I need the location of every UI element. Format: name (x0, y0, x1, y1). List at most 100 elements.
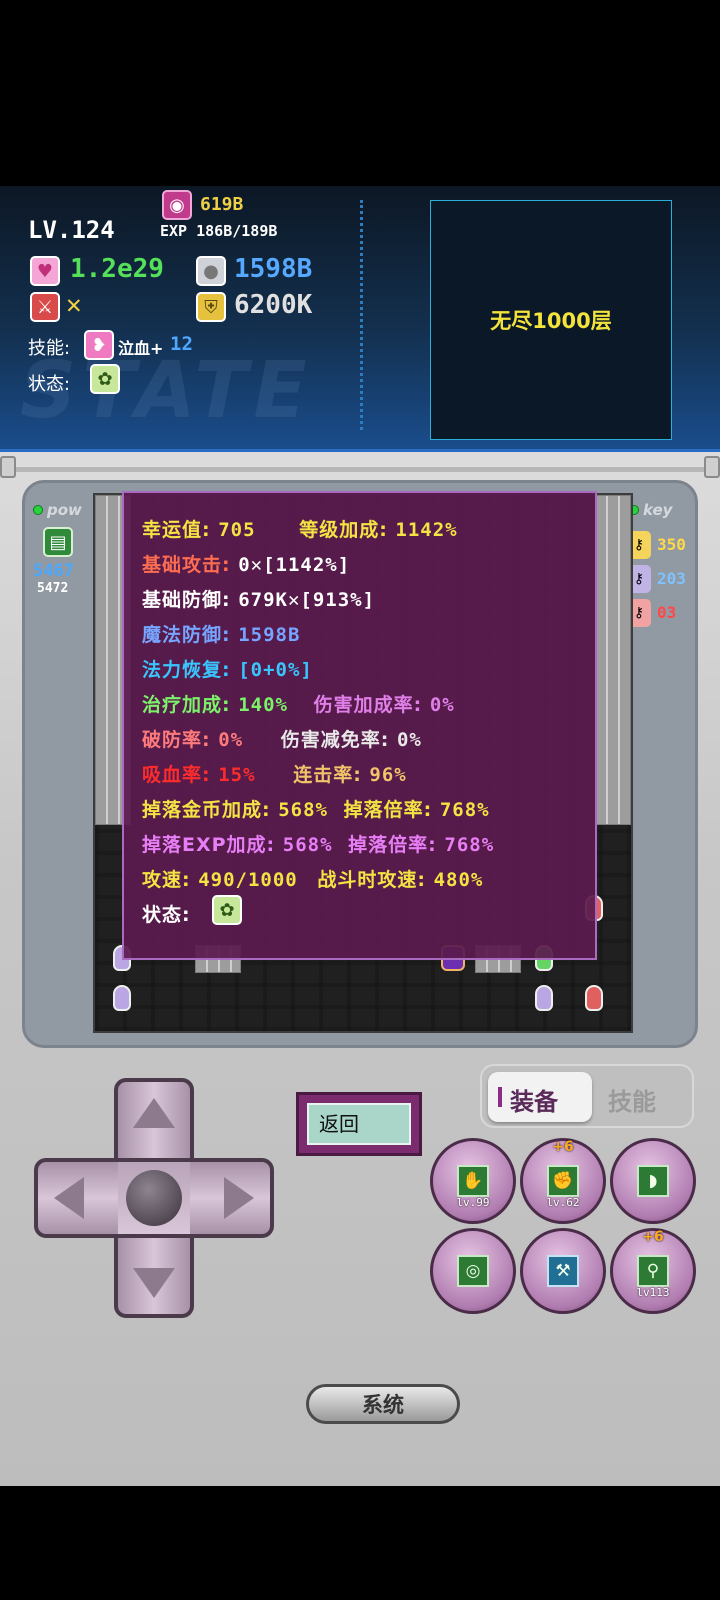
slot-plus: +6 (642, 1229, 664, 1245)
stat-value: 140% (238, 694, 288, 716)
stat-value: 480% (433, 869, 484, 891)
equip-slot-ring[interactable]: ◎ (430, 1228, 516, 1314)
stat-label: 幸运值: (142, 519, 211, 541)
tab-bar: 装备 技能 (480, 1064, 694, 1128)
stat-value: 0% (218, 729, 244, 751)
hp-value: 1.2e29 (70, 254, 164, 284)
stat-row-heal: 治疗加成: 140% 伤害加成率: 0% (142, 690, 455, 717)
hud-divider (360, 200, 363, 430)
status-effect-icon[interactable]: ✿ (212, 895, 242, 925)
tab-skill[interactable]: 技能 (608, 1082, 656, 1117)
stat-row-base-defense: 基础防御: 679K✕[913%] (142, 585, 375, 612)
pow-label: pow (47, 501, 82, 519)
stat-label: 基础防御: (142, 589, 231, 611)
stat-value: 1598B (238, 624, 301, 646)
key-label: key (643, 501, 673, 519)
tab-equip-label: 装备 (510, 1088, 558, 1116)
book-icon[interactable]: ▤ (43, 527, 73, 557)
stat-value: 0% (429, 694, 455, 716)
stat-row-mana-regen: 法力恢复: [0+0%] (142, 655, 313, 682)
stat-label: 法力恢复: (142, 659, 231, 681)
stat-value: 568% (282, 834, 333, 856)
stat-label: 掉落倍率: (343, 799, 433, 821)
magic-defense-value: 1598B (234, 254, 313, 284)
rail-cap-left (0, 456, 16, 478)
equip-slot-staff[interactable]: +6 ⚲ lv113 (610, 1228, 696, 1314)
stat-label: 等级加成: (299, 519, 388, 541)
potion-icon[interactable] (535, 985, 553, 1011)
bleed-skill-icon[interactable]: ❥ (84, 330, 114, 360)
dpad[interactable] (34, 1078, 274, 1318)
skill-level: 12 (170, 333, 193, 355)
stat-label: 连击率: (293, 764, 362, 786)
equip-slot-hammer[interactable]: ⚒ (520, 1228, 606, 1314)
soul-icon: ◉ (162, 190, 192, 220)
equip-slot-bow[interactable]: ◗ (610, 1138, 696, 1224)
stat-label: 攻速: (142, 869, 191, 891)
stat-value: 490/1000 (198, 869, 298, 891)
defense-value: 6200K (234, 290, 313, 320)
stat-row-exp-drop: 掉落EXP加成: 568% 掉落倍率: 768% (142, 830, 494, 857)
stat-label: 伤害减免率: (280, 729, 390, 751)
stat-label: 破防率: (142, 729, 211, 751)
blue-key-count: 203 (657, 569, 686, 588)
stat-label: 状态: (142, 904, 191, 926)
heart-icon: ♥ (30, 256, 60, 286)
stat-label: 伤害加成率: (313, 694, 423, 716)
stat-row-attack-speed: 攻速: 490/1000 战斗时攻速: 480% (142, 865, 483, 892)
back-button-label: 返回 (307, 1103, 411, 1145)
equip-slot-boot[interactable]: ✋ lv.99 (430, 1138, 516, 1224)
attack-value: ✕ (66, 290, 82, 320)
slot-level: lv.62 (546, 1196, 580, 1209)
hammer-icon: ⚒ (547, 1255, 579, 1287)
exp-label: EXP 186B/189B (160, 222, 278, 240)
back-button[interactable]: 返回 (296, 1092, 422, 1156)
pow-value: 5467 (33, 561, 74, 581)
shield-icon: ⛨ (196, 292, 226, 322)
arrow-right-icon[interactable] (224, 1177, 254, 1219)
stat-label: 魔法防御: (142, 624, 231, 646)
stat-value: 0✕[1142%] (238, 554, 351, 576)
stat-label: 基础攻击: (142, 554, 231, 576)
stat-label: 掉落金币加成: (142, 799, 271, 821)
stat-value: 0% (396, 729, 422, 751)
red-key-count: 03 (657, 603, 677, 622)
stat-label: 掉落倍率: (348, 834, 437, 856)
arrow-down-icon[interactable] (133, 1268, 175, 1298)
ring-icon: ◎ (457, 1255, 489, 1287)
system-button[interactable]: 系统 (306, 1384, 460, 1424)
potion-icon[interactable] (113, 985, 131, 1011)
stat-value: 679K✕[913%] (238, 589, 376, 611)
equip-slot-gloves[interactable]: +6 ✊ lv.62 (520, 1138, 606, 1224)
slot-level: lv.99 (456, 1196, 490, 1209)
stat-value: [0+0%] (238, 659, 313, 681)
stat-label: 掉落EXP加成: (142, 834, 276, 856)
stat-value: 1142% (395, 519, 458, 541)
slot-level: lv113 (636, 1286, 670, 1299)
stat-value: 768% (444, 834, 495, 856)
potion-icon[interactable] (585, 985, 603, 1011)
yellow-key-count: 350 (657, 535, 686, 554)
arrow-up-icon[interactable] (133, 1098, 175, 1128)
pearl-icon: ● (196, 256, 226, 286)
status-effect-icon[interactable]: ✿ (90, 364, 120, 394)
stat-value: 568% (278, 799, 328, 821)
slot-plus: +6 (552, 1139, 574, 1155)
stat-value: 15% (218, 764, 256, 786)
boot-icon: ✋ (457, 1165, 489, 1197)
tab-equip[interactable]: 装备 (488, 1072, 592, 1122)
stat-label: 战斗时攻速: (317, 869, 426, 891)
stat-value: 705 (218, 519, 256, 541)
stat-label: 吸血率: (142, 764, 211, 786)
stat-row-gold-drop: 掉落金币加成: 568% 掉落倍率: 768% (142, 795, 490, 822)
rail-cap-right (704, 456, 720, 478)
stats-panel: 幸运值: 705 等级加成: 1142% 基础攻击: 0✕[1142%] 基础防… (122, 491, 597, 960)
dpad-center[interactable] (126, 1170, 182, 1226)
gloves-icon: ✊ (547, 1165, 579, 1197)
wall-right (595, 495, 631, 825)
status-hud: STATE ◉ 619B LV.124 EXP 186B/189B ♥ 1.2e… (0, 186, 720, 452)
arrow-left-icon[interactable] (54, 1177, 84, 1219)
status-label: 状态: (28, 374, 71, 395)
level-label: LV.124 (28, 216, 115, 244)
stat-row-base-attack: 基础攻击: 0✕[1142%] (142, 550, 350, 577)
